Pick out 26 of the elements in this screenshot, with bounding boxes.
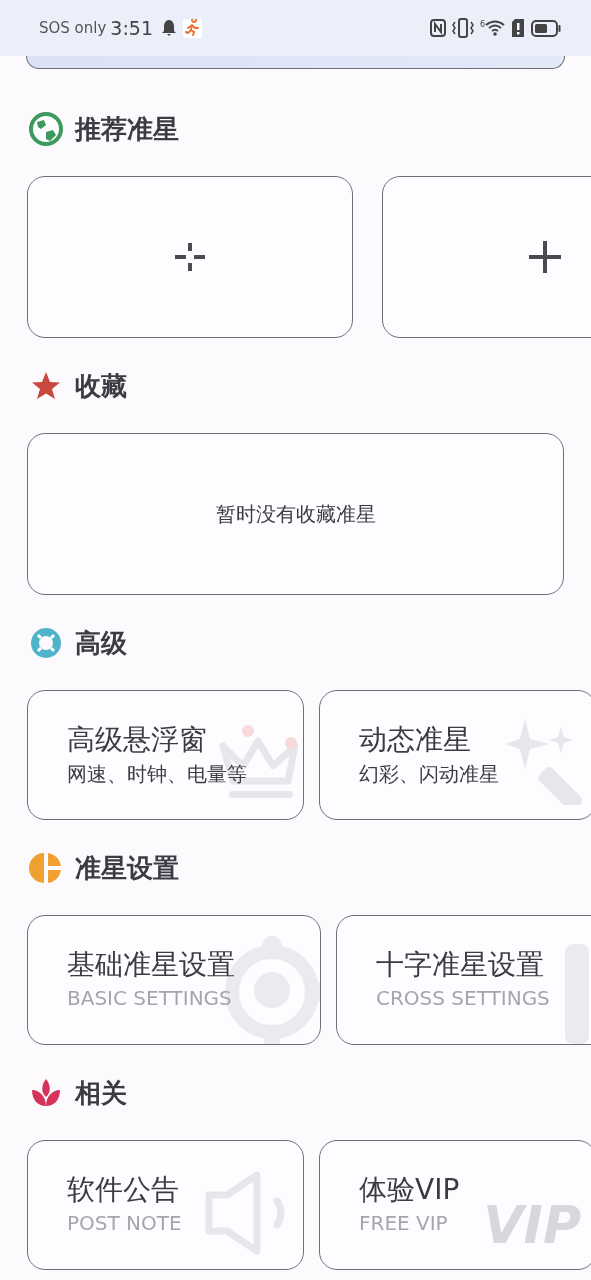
card-subtitle: BASIC SETTINGS <box>67 986 232 1010</box>
card-title: 高级悬浮窗 <box>67 722 207 758</box>
feature-card[interactable]: 软件公告 POST NOTE <box>27 1140 304 1270</box>
wifi-version-text: 6 <box>479 20 485 29</box>
card-subtitle: 网速、时钟、电量等 <box>67 761 247 788</box>
card-title: 十字准星设置 <box>376 947 544 983</box>
card-title: 软件公告 <box>67 1172 179 1208</box>
empty-favorites-card: 暂时没有收藏准星 <box>27 433 564 595</box>
feature-card[interactable]: 高级悬浮窗 网速、时钟、电量等 <box>27 690 304 820</box>
card-title: 基础准星设置 <box>67 947 235 983</box>
card-title: 动态准星 <box>359 722 471 758</box>
card-title: 体验VIP <box>359 1172 460 1208</box>
carrier-text: SOS only <box>39 19 107 37</box>
section-title: 收藏 <box>75 369 127 403</box>
section-title: 相关 <box>75 1076 127 1110</box>
card-subtitle: POST NOTE <box>67 1211 182 1235</box>
card-subtitle: 幻彩、闪动准星 <box>359 761 499 788</box>
section-title: 高级 <box>75 626 127 660</box>
clock: 3:51 <box>110 17 154 39</box>
feature-card[interactable]: 十字准星设置 CROSS SETTINGS <box>336 915 591 1045</box>
card-subtitle: CROSS SETTINGS <box>376 986 550 1010</box>
feature-card[interactable]: 基础准星设置 BASIC SETTINGS <box>27 915 321 1045</box>
section-title: 推荐准星 <box>75 112 179 146</box>
feature-card[interactable]: 动态准星 幻彩、闪动准星 <box>319 690 591 820</box>
card-subtitle: FREE VIP <box>359 1211 448 1235</box>
section-title: 准星设置 <box>75 851 179 885</box>
